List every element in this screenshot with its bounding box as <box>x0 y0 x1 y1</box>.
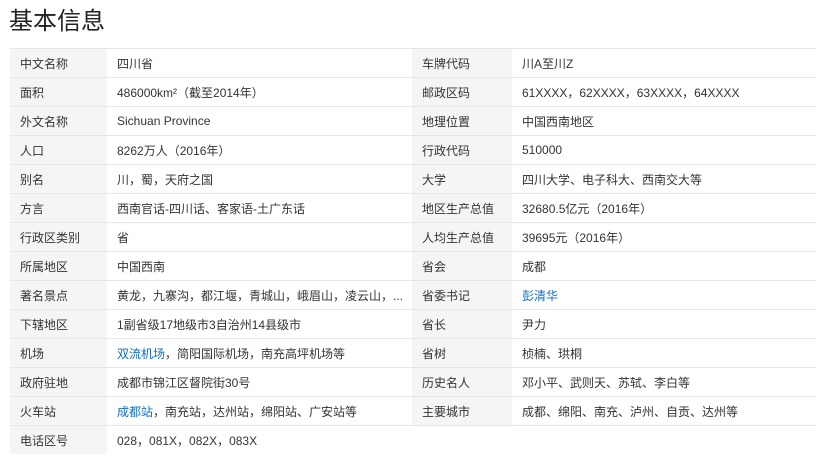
table-row: 别名 川，蜀，天府之国 大学 四川大学、电子科大、西南交大等 <box>10 164 816 194</box>
table-row: 所属地区 中国西南 省会 成都 <box>10 251 816 281</box>
table-row: 下辖地区 1副省级17地级市3自治州14县级市 省长 尹力 <box>10 309 816 339</box>
field-label: 下辖地区 <box>10 309 107 339</box>
info-table: 中文名称 四川省 车牌代码 川A至川Z 面积 486000km²（截至2014年… <box>10 48 816 454</box>
field-label: 行政区类别 <box>10 222 107 252</box>
field-label: 所属地区 <box>10 251 107 281</box>
field-value: 省 <box>107 222 412 252</box>
table-row: 行政区类别 省 人均生产总值 39695元（2016年） <box>10 222 816 252</box>
field-value: 028，081X，082X，083X <box>107 425 412 454</box>
empty-cell <box>512 425 816 454</box>
party-secretary-link[interactable]: 彭清华 <box>522 289 558 303</box>
field-value: 彭清华 <box>512 280 816 310</box>
field-label: 别名 <box>10 164 107 194</box>
field-value: 8262万人（2016年） <box>107 135 412 165</box>
field-value: 510000 <box>512 135 816 165</box>
field-label: 省委书记 <box>412 280 512 310</box>
empty-cell <box>412 425 512 454</box>
field-label: 方言 <box>10 193 107 223</box>
field-value: 川，蜀，天府之国 <box>107 164 412 194</box>
field-value: 成都站，南充站，达州站，绵阳站、广安站等 <box>107 396 412 426</box>
table-row: 面积 486000km²（截至2014年） 邮政区码 61XXXX，62XXXX… <box>10 77 816 107</box>
field-value: 成都、绵阳、南充、泸州、自贡、达州等 <box>512 396 816 426</box>
field-label: 省长 <box>412 309 512 339</box>
field-label: 大学 <box>412 164 512 194</box>
field-value: 61XXXX，62XXXX，63XXXX，64XXXX <box>512 77 816 107</box>
field-value-text: ，南充站，达州站，绵阳站、广安站等 <box>153 404 358 419</box>
field-value: 32680.5亿元（2016年） <box>512 193 816 223</box>
field-label: 地区生产总值 <box>412 193 512 223</box>
field-label: 主要城市 <box>412 396 512 426</box>
table-row: 人口 8262万人（2016年） 行政代码 510000 <box>10 135 816 165</box>
table-row: 电话区号 028，081X，082X，083X <box>10 425 816 454</box>
field-label: 中文名称 <box>10 48 107 78</box>
field-value: 四川大学、电子科大、西南交大等 <box>512 164 816 194</box>
page-title: 基本信息 <box>9 8 105 35</box>
field-value: 成都市锦江区督院街30号 <box>107 367 412 397</box>
field-value: 川A至川Z <box>512 48 816 78</box>
field-value: 黄龙，九寨沟，都江堰，青城山，峨眉山，凌云山，... <box>107 280 412 310</box>
field-label: 省树 <box>412 338 512 368</box>
field-label: 著名景点 <box>10 280 107 310</box>
field-label: 外文名称 <box>10 106 107 136</box>
field-value: 桢楠、珙桐 <box>512 338 816 368</box>
chengdu-station-link[interactable]: 成都站 <box>117 405 153 419</box>
shuangliu-airport-link[interactable]: 双流机场 <box>117 347 165 361</box>
field-value: 中国西南 <box>107 251 412 281</box>
field-value: 双流机场，简阳国际机场，南充高坪机场等 <box>107 338 412 368</box>
field-label: 政府驻地 <box>10 367 107 397</box>
table-row: 政府驻地 成都市锦江区督院街30号 历史名人 邓小平、武则天、苏轼、李白等 <box>10 367 816 397</box>
field-label: 历史名人 <box>412 367 512 397</box>
field-label: 电话区号 <box>10 425 107 454</box>
field-label: 火车站 <box>10 396 107 426</box>
field-label: 行政代码 <box>412 135 512 165</box>
field-value: 中国西南地区 <box>512 106 816 136</box>
field-label: 面积 <box>10 77 107 107</box>
field-value: 1副省级17地级市3自治州14县级市 <box>107 309 412 339</box>
field-label: 人口 <box>10 135 107 165</box>
field-value: 西南官话-四川话、客家语-土广东话 <box>107 193 412 223</box>
field-value: Sichuan Province <box>107 106 412 136</box>
field-value-text: ，简阳国际机场，南充高坪机场等 <box>165 346 346 361</box>
field-value: 成都 <box>512 251 816 281</box>
field-label: 车牌代码 <box>412 48 512 78</box>
field-value: 尹力 <box>512 309 816 339</box>
field-label: 邮政区码 <box>412 77 512 107</box>
field-value: 486000km²（截至2014年） <box>107 77 412 107</box>
field-label: 地理位置 <box>412 106 512 136</box>
table-row: 著名景点 黄龙，九寨沟，都江堰，青城山，峨眉山，凌云山，... 省委书记 彭清华 <box>10 280 816 310</box>
table-row: 火车站 成都站，南充站，达州站，绵阳站、广安站等 主要城市 成都、绵阳、南充、泸… <box>10 396 816 426</box>
table-row: 外文名称 Sichuan Province 地理位置 中国西南地区 <box>10 106 816 136</box>
table-row: 方言 西南官话-四川话、客家语-土广东话 地区生产总值 32680.5亿元（20… <box>10 193 816 223</box>
field-value: 四川省 <box>107 48 412 78</box>
field-label: 机场 <box>10 338 107 368</box>
table-row: 机场 双流机场，简阳国际机场，南充高坪机场等 省树 桢楠、珙桐 <box>10 338 816 368</box>
field-label: 人均生产总值 <box>412 222 512 252</box>
field-label: 省会 <box>412 251 512 281</box>
field-value: 39695元（2016年） <box>512 222 816 252</box>
table-row: 中文名称 四川省 车牌代码 川A至川Z <box>10 48 816 78</box>
field-value: 邓小平、武则天、苏轼、李白等 <box>512 367 816 397</box>
